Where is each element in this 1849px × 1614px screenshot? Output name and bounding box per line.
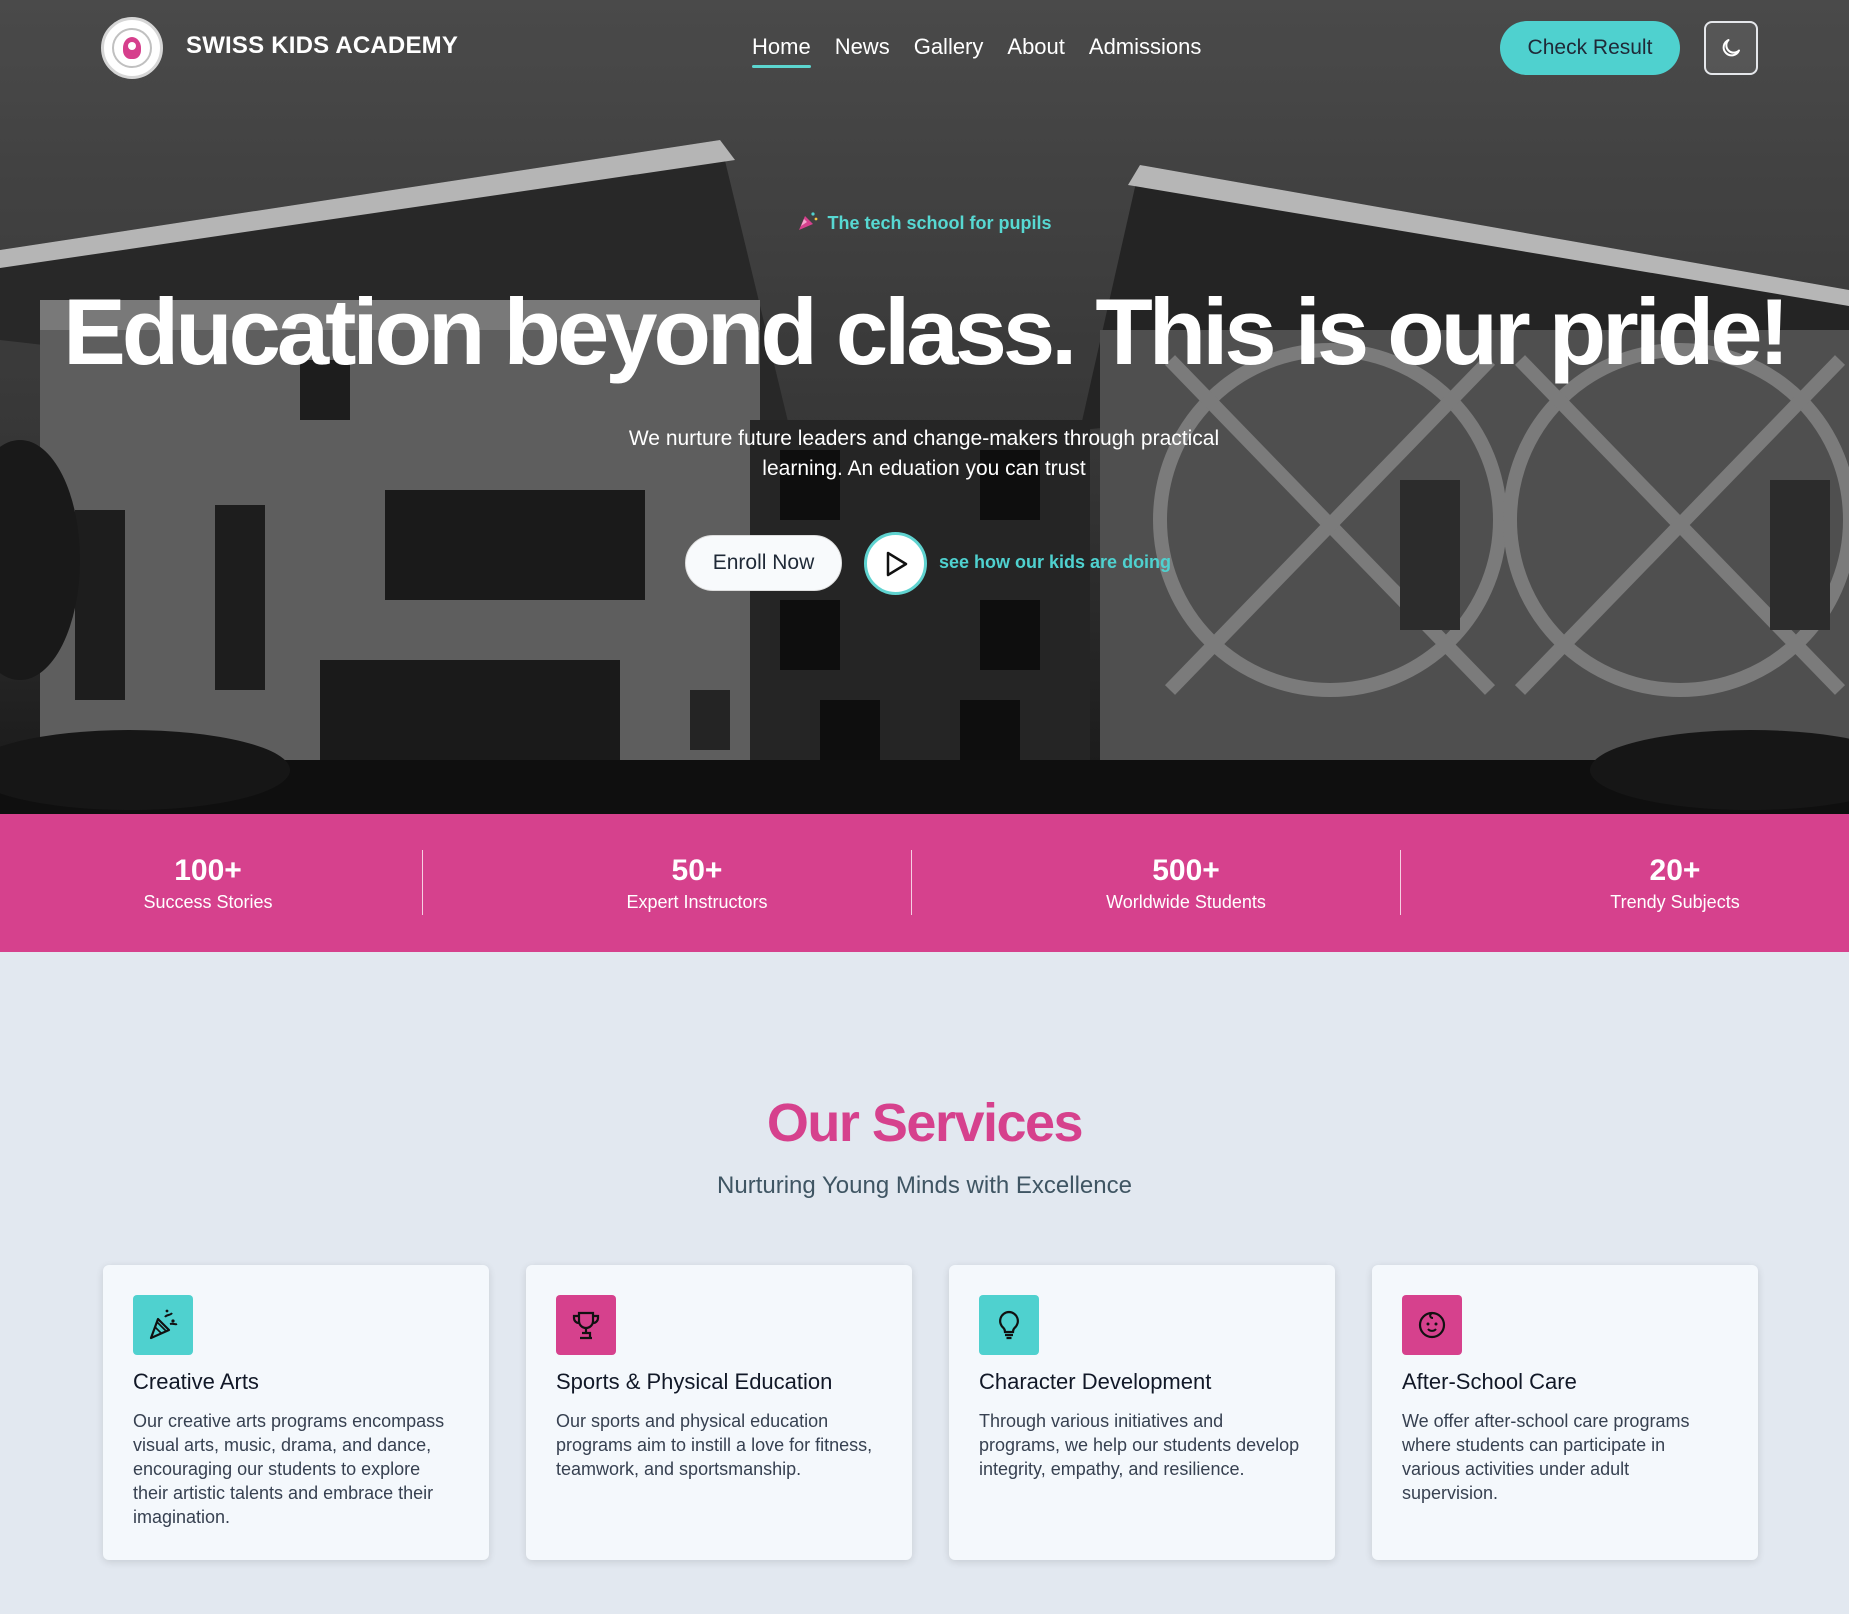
service-card-text: We offer after-school care programs wher… [1402, 1411, 1690, 1503]
enroll-now-button[interactable]: Enroll Now [685, 535, 842, 591]
stat-label: Trendy Subjects [1610, 892, 1740, 912]
top-navbar: SWISS KIDS ACADEMY Home News Gallery Abo… [0, 0, 1849, 96]
stat-divider [422, 850, 423, 915]
service-card-sports[interactable]: Sports & Physical Education Our sports a… [526, 1265, 912, 1560]
hero-subtext: We nurture future leaders and change-mak… [628, 427, 1220, 480]
service-card-title: Creative Arts [133, 1369, 259, 1394]
main-menu: Home News Gallery About Admissions [752, 34, 1225, 68]
services-title: Our Services [766, 1093, 1084, 1153]
service-card-text: Through various initiatives and programs… [979, 1411, 1300, 1479]
stats-band: 100+ Success Stories 50+ Expert Instruct… [0, 814, 1849, 952]
service-card-creative-arts[interactable]: Creative Arts Our creative arts programs… [103, 1265, 489, 1560]
nav-about[interactable]: About [1007, 34, 1065, 68]
stat-worldwide-students: 500+ Worldwide Students [1086, 814, 1286, 952]
service-card-after-school[interactable]: After-School Care We offer after-school … [1372, 1265, 1758, 1560]
stat-number: 50+ [671, 854, 723, 887]
stat-label: Expert Instructors [626, 892, 768, 912]
school-logo[interactable] [101, 17, 163, 79]
nav-news[interactable]: News [835, 34, 890, 68]
service-card-text: Our creative arts programs encompass vis… [133, 1411, 445, 1527]
stat-number: 20+ [1649, 854, 1701, 887]
nav-admissions[interactable]: Admissions [1089, 34, 1201, 68]
service-card-text: Our sports and physical education progra… [556, 1411, 873, 1479]
party-popper-icon [797, 210, 819, 237]
hero-tagline: The tech school for pupils [0, 210, 1849, 237]
trophy-icon [556, 1295, 616, 1355]
moon-icon [1722, 39, 1740, 57]
play-video-button[interactable] [864, 532, 927, 595]
stat-expert-instructors: 50+ Expert Instructors [597, 814, 797, 952]
stat-trendy-subjects: 20+ Trendy Subjects [1575, 814, 1775, 952]
play-icon [886, 551, 907, 576]
stat-divider [911, 850, 912, 915]
stat-divider [1400, 850, 1401, 915]
service-card-title: After-School Care [1402, 1369, 1577, 1394]
nav-gallery[interactable]: Gallery [914, 34, 984, 68]
stat-label: Success Stories [143, 892, 273, 912]
brand-name[interactable]: SWISS KIDS ACADEMY [186, 32, 458, 60]
hero-tagline-text: The tech school for pupils [827, 213, 1052, 233]
service-card-title: Character Development [979, 1369, 1212, 1394]
nav-home[interactable]: Home [752, 34, 811, 68]
stat-success-stories: 100+ Success Stories [108, 814, 308, 952]
service-card-title: Sports & Physical Education [556, 1369, 833, 1394]
theme-toggle-button[interactable] [1704, 21, 1758, 75]
stat-label: Worldwide Students [1106, 892, 1266, 912]
baby-face-icon [1402, 1295, 1462, 1355]
hero-headline: Education beyond class. This is our prid… [63, 279, 1790, 384]
party-popper-icon [133, 1295, 193, 1355]
hero-section: SWISS KIDS ACADEMY Home News Gallery Abo… [0, 0, 1849, 814]
services-subtitle: Nurturing Young Minds with Excellence [717, 1172, 1132, 1199]
stat-number: 100+ [174, 854, 242, 887]
check-result-button[interactable]: Check Result [1500, 21, 1680, 75]
lightbulb-icon [979, 1295, 1039, 1355]
video-link[interactable]: see how our kids are doing [939, 552, 1171, 573]
stat-number: 500+ [1152, 854, 1220, 887]
service-card-character[interactable]: Character Development Through various in… [949, 1265, 1335, 1560]
